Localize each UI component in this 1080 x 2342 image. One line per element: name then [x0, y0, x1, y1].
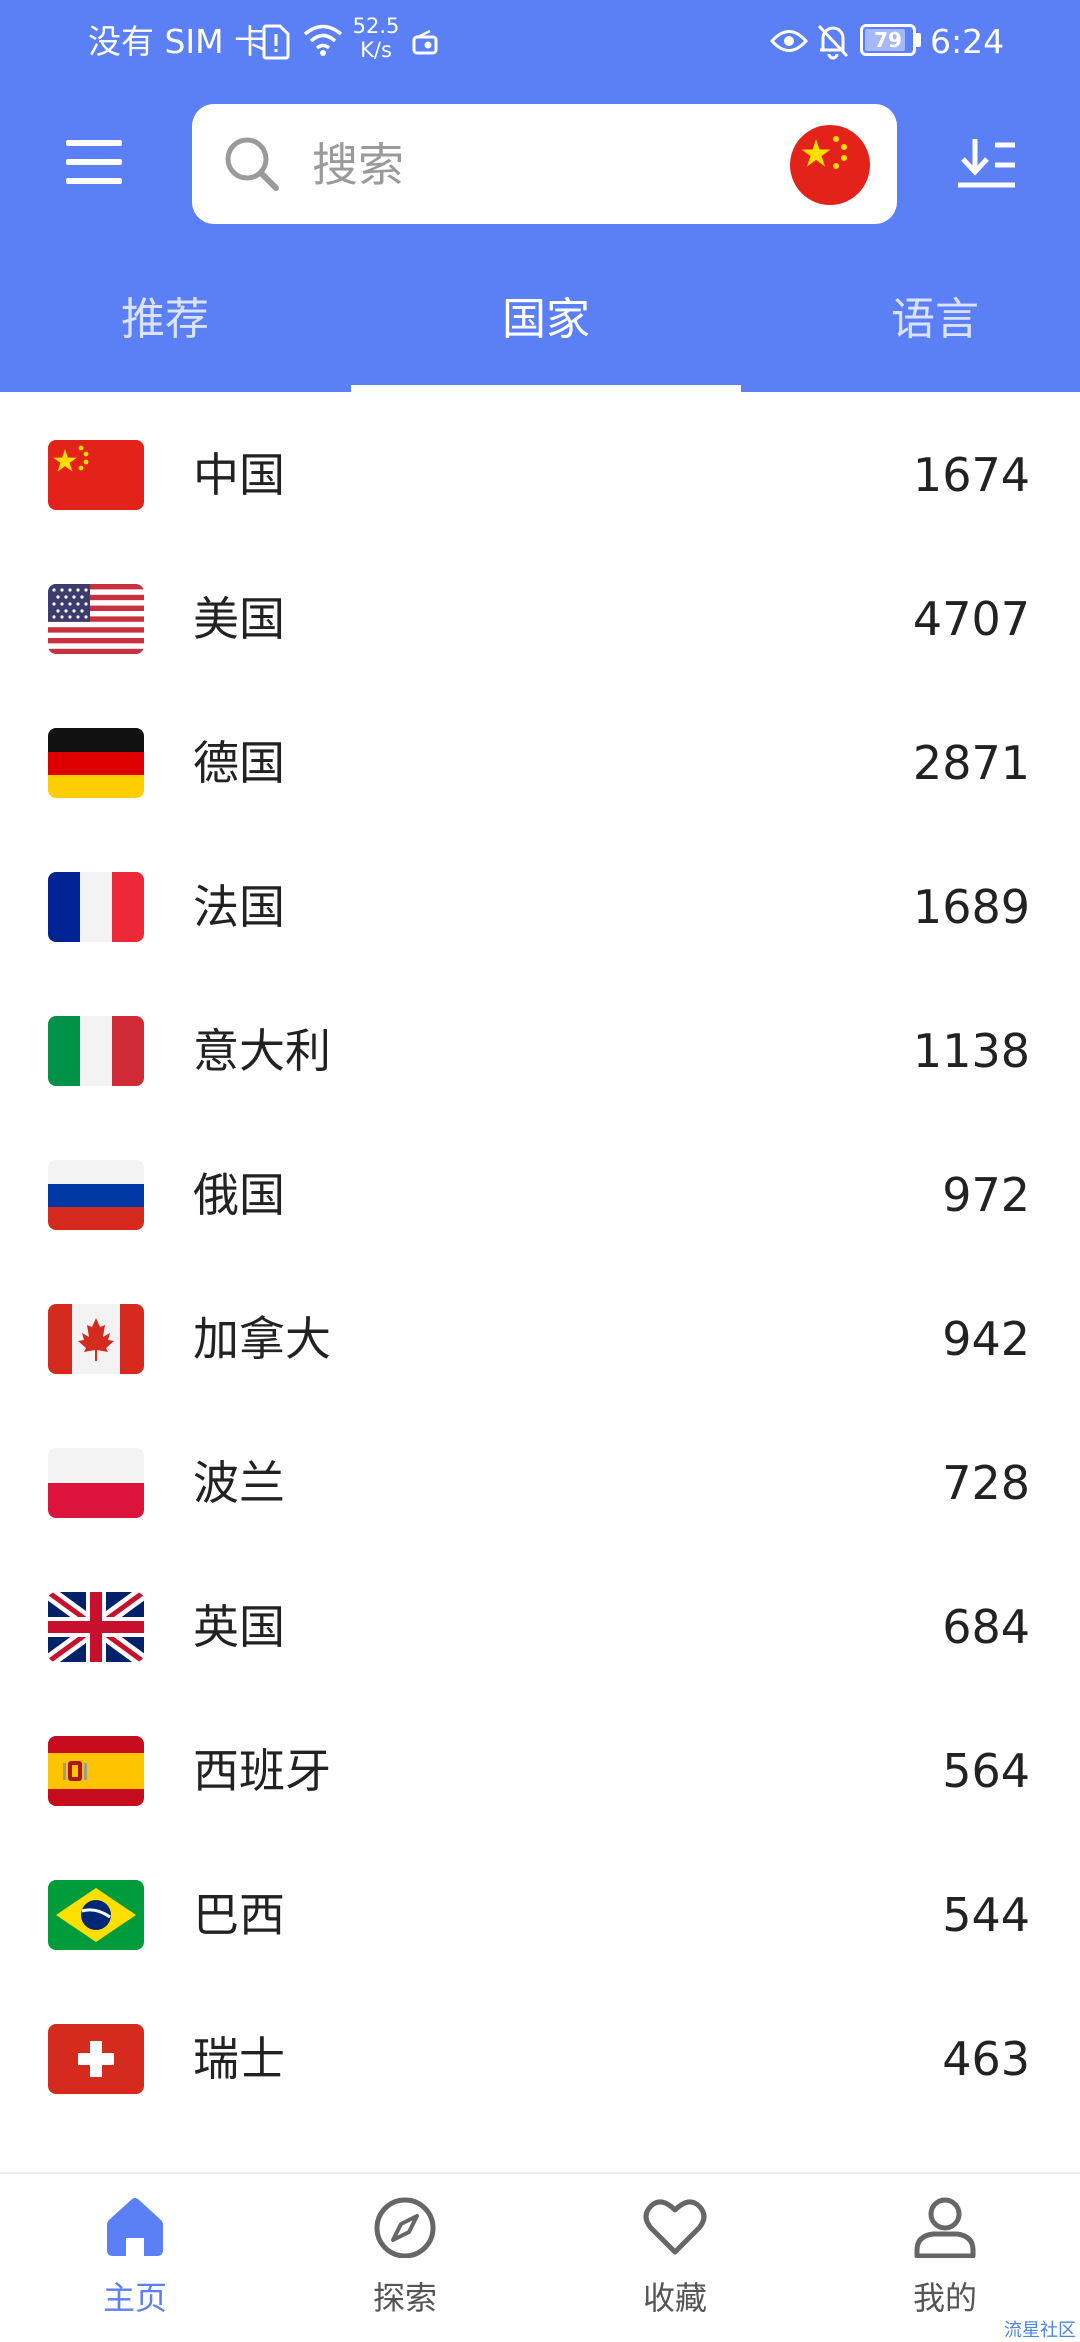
- country-name: 美国: [193, 592, 285, 646]
- italy-flag-icon: [48, 1016, 144, 1086]
- country-count: 972: [942, 1168, 1030, 1222]
- status-bar: 没有 SIM 卡 52.5 K/s 79 6:24: [0, 0, 1080, 84]
- country-count: 544: [942, 1888, 1030, 1942]
- nav-home-label: 主页: [102, 2279, 167, 2317]
- tab-country[interactable]: 国家: [351, 285, 741, 355]
- tab-recommend[interactable]: 推荐: [0, 285, 360, 355]
- battery-icon: 79: [860, 24, 916, 56]
- battery-cap: [916, 33, 921, 47]
- country-count: 463: [942, 2032, 1030, 2086]
- country-name: 西班牙: [193, 1744, 331, 1798]
- china-flag-icon[interactable]: [790, 125, 870, 205]
- china-flag-icon: [48, 440, 144, 510]
- country-row-brazil[interactable]: 巴西 544: [0, 1832, 1080, 1976]
- switzerland-flag-icon: [48, 2024, 144, 2094]
- nav-profile-label: 我的: [912, 2279, 977, 2317]
- net-speed: 52.5 K/s: [350, 14, 402, 62]
- net-speed-unit: K/s: [360, 38, 392, 62]
- tab-language[interactable]: 语言: [740, 285, 1080, 355]
- country-name: 巴西: [193, 1888, 285, 1942]
- nav-favorites-label: 收藏: [642, 2279, 707, 2317]
- sim-alert-icon: [262, 24, 290, 60]
- canada-flag-icon: [48, 1304, 144, 1374]
- spain-flag-icon: [48, 1736, 144, 1806]
- country-count: 942: [942, 1312, 1030, 1366]
- country-count: 1689: [912, 880, 1030, 934]
- country-row-spain[interactable]: 西班牙 564: [0, 1688, 1080, 1832]
- brazil-flag-icon: [48, 1880, 144, 1950]
- search-input[interactable]: [310, 132, 774, 198]
- country-row-france[interactable]: 法国 1689: [0, 824, 1080, 968]
- active-tab-indicator: [351, 385, 741, 392]
- country-row-italy[interactable]: 意大利 1138: [0, 968, 1080, 1112]
- country-count: 728: [942, 1456, 1030, 1510]
- country-row-germany[interactable]: 德国 2871: [0, 680, 1080, 824]
- usa-flag-icon: [48, 584, 144, 654]
- country-row-usa[interactable]: 美国 4707: [0, 536, 1080, 680]
- country-name: 意大利: [193, 1024, 331, 1078]
- watermark: 流星社区: [1004, 2320, 1076, 2341]
- home-icon: [107, 2198, 163, 2256]
- country-list: 中国 1674 美国 4707 德国 2871 法国 1689 意大利 1138…: [0, 392, 1080, 2172]
- search-icon: [225, 137, 279, 191]
- country-count: 4707: [912, 592, 1030, 646]
- country-name: 法国: [193, 880, 285, 934]
- country-row-switzerland[interactable]: 瑞士 463: [0, 1976, 1080, 2120]
- country-row-canada[interactable]: 加拿大 942: [0, 1256, 1080, 1400]
- heart-icon: [643, 2199, 707, 2255]
- bottom-nav: 主页 探索 收藏 我的 流星社区: [0, 2172, 1080, 2342]
- app-header: 没有 SIM 卡 52.5 K/s 79 6:24 搜索 推荐 国家 语言: [0, 0, 1080, 392]
- sort-icon[interactable]: [955, 135, 1019, 195]
- uk-flag-icon: [48, 1592, 144, 1662]
- france-flag-icon: [48, 872, 144, 942]
- country-row-china[interactable]: 中国 1674: [0, 392, 1080, 536]
- country-name: 俄国: [193, 1168, 285, 1222]
- country-name: 波兰: [193, 1456, 285, 1510]
- country-name: 中国: [193, 448, 285, 502]
- country-row-russia[interactable]: 俄国 972: [0, 1112, 1080, 1256]
- menu-icon[interactable]: [62, 140, 128, 188]
- carrier-label: 没有 SIM 卡: [88, 22, 268, 61]
- poland-flag-icon: [48, 1448, 144, 1518]
- country-count: 1138: [912, 1024, 1030, 1078]
- country-count: 684: [942, 1600, 1030, 1654]
- nav-explore[interactable]: 探索: [270, 2174, 540, 2342]
- country-count: 564: [942, 1744, 1030, 1798]
- radio-icon: [412, 30, 438, 55]
- compass-icon: [374, 2197, 436, 2258]
- battery-percent: 79: [874, 28, 902, 52]
- wifi-icon: [303, 24, 343, 56]
- search-bar[interactable]: [192, 104, 897, 224]
- country-name: 德国: [193, 736, 285, 790]
- person-icon: [914, 2197, 976, 2258]
- country-row-uk[interactable]: 英国 684: [0, 1544, 1080, 1688]
- country-row-poland[interactable]: 波兰 728: [0, 1400, 1080, 1544]
- nav-explore-label: 探索: [372, 2279, 437, 2317]
- net-speed-value: 52.5: [352, 14, 400, 38]
- nav-home[interactable]: 主页: [0, 2174, 270, 2342]
- country-name: 加拿大: [193, 1312, 331, 1366]
- country-name: 英国: [193, 1600, 285, 1654]
- country-count: 1674: [912, 448, 1030, 502]
- country-count: 2871: [912, 736, 1030, 790]
- mute-bell-icon: [817, 24, 849, 60]
- clock: 6:24: [930, 22, 1005, 61]
- eye-icon: [770, 30, 808, 52]
- nav-favorites[interactable]: 收藏: [540, 2174, 810, 2342]
- country-name: 瑞士: [193, 2032, 285, 2086]
- germany-flag-icon: [48, 728, 144, 798]
- russia-flag-icon: [48, 1160, 144, 1230]
